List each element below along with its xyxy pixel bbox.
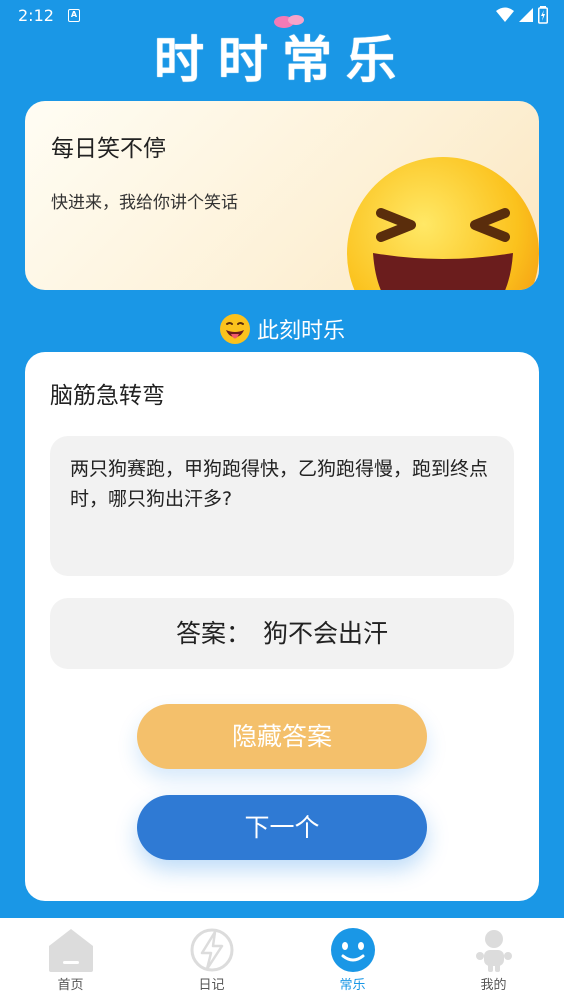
banner-title: 每日笑不停 (51, 136, 166, 162)
answer-box: 答案： 狗不会出汗 (50, 598, 514, 669)
next-button[interactable]: 下一个 (137, 795, 427, 860)
hide-answer-button[interactable]: 隐藏答案 (137, 704, 427, 769)
laughing-face-icon (347, 157, 539, 290)
banner-subtitle: 快进来，我给你讲个笑话 (51, 193, 238, 213)
nav-item-profile[interactable]: 我的 (423, 918, 564, 1004)
joke-banner-card[interactable]: 每日笑不停 快进来，我给你讲个笑话 (25, 101, 539, 290)
section-heading: 此刻时乐 (0, 313, 564, 345)
sparkle-decoration-icon (274, 15, 304, 28)
nav-item-joy[interactable]: 常乐 (282, 918, 423, 1004)
bottom-nav: 首页 日记 常乐 我的 (0, 918, 564, 1004)
answer-label: 答案： (175, 619, 251, 648)
nav-label-diary: 日记 (198, 978, 225, 993)
answer-value: 狗不会出汗 (263, 619, 389, 648)
riddle-card: 脑筋急转弯 两只狗赛跑，甲狗跑得快，乙狗跑得慢，跑到终点时，哪只狗出汗多? 答案… (25, 352, 539, 901)
person-icon (475, 930, 512, 972)
nav-item-home[interactable]: 首页 (0, 918, 141, 1004)
nav-label-home: 首页 (57, 978, 84, 993)
card-title: 脑筋急转弯 (50, 383, 165, 409)
lightning-icon (190, 928, 233, 972)
app-title: 时时常乐 (0, 15, 564, 92)
nav-label-joy: 常乐 (339, 978, 366, 993)
home-icon (48, 929, 93, 972)
nav-item-diary[interactable]: 日记 (141, 918, 282, 1004)
smile-icon (330, 928, 375, 972)
app-title-text: 时时常乐 (154, 31, 410, 89)
section-heading-text: 此刻时乐 (256, 319, 345, 344)
question-text: 两只狗赛跑，甲狗跑得快，乙狗跑得慢，跑到终点时，哪只狗出汗多? (50, 436, 514, 576)
nav-label-profile: 我的 (480, 978, 507, 993)
face-with-tongue-icon (219, 314, 250, 344)
